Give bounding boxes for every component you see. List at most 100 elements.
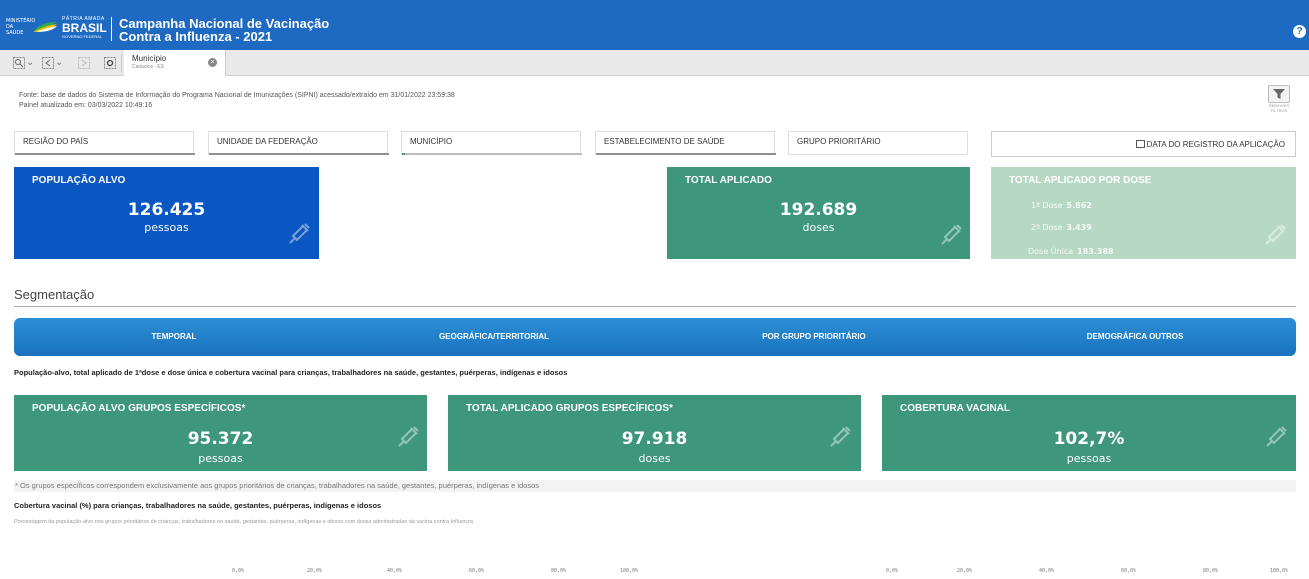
filter-estabelecimento-label: ESTABELECIMENTO DE SAÚDE (604, 137, 725, 146)
filter-municipio[interactable]: MUNICÍPIO (401, 131, 582, 155)
header-divider (111, 17, 112, 41)
dose-unica-value: 183.388 (1077, 247, 1114, 256)
section-heading-cobertura: Cobertura vacinal (%) para crianças, tra… (14, 501, 382, 510)
axis-tick: 60,0% (1121, 568, 1137, 574)
kpi-value: 97.918 (621, 429, 688, 449)
section-divider (14, 306, 1296, 307)
dose-2-line: 2ª Dose 3.439 (1031, 223, 1092, 232)
kpi-title: POPULAÇÃO ALVO GRUPOS ESPECÍFICOS* (32, 403, 246, 414)
calendar-icon (1135, 140, 1145, 148)
kpi-title: TOTAL APLICADO POR DOSE (1009, 175, 1152, 186)
kpi-total-grupos: TOTAL APLICADO GRUPOS ESPECÍFICOS* 97.91… (448, 395, 861, 471)
brand-sub: GOVERNO FEDERAL (62, 33, 103, 39)
clear-selections-icon[interactable] (104, 57, 116, 69)
source-line: Fonte: base de dados do Sistema de Infor… (19, 92, 455, 99)
kpi-pop-grupos: POPULAÇÃO ALVO GRUPOS ESPECÍFICOS* 95.37… (14, 395, 427, 471)
kpi-unit: pessoas (198, 452, 243, 465)
filter-grupo[interactable]: GRUPO PRIORITÁRIO (788, 131, 968, 155)
selection-chip-title: Município (132, 54, 167, 63)
filter-uf[interactable]: UNIDADE DA FEDERAÇÃO (208, 131, 389, 155)
dropdown-arrow-icon[interactable]: ⌄ (55, 57, 63, 69)
filter-box (1268, 85, 1290, 103)
help-icon[interactable]: ? (1293, 25, 1306, 38)
kpi-value: 102,7% (1053, 429, 1125, 449)
brand-logo: PÁTRIA AMADA BRASIL GOVERNO FEDERAL (62, 16, 107, 39)
axis-tick: 20,0% (957, 568, 973, 574)
kpi-value: 95.372 (187, 429, 254, 449)
axis-tick: 100,0% (620, 568, 639, 574)
axis-tick: 40,0% (387, 568, 403, 574)
date-filter-button[interactable]: DATA DO REGISTRO DA APLICAÇÃO (991, 131, 1296, 157)
kpi-value: 126.425 (127, 200, 206, 220)
selection-toolbar: ⌄ ⌄ Município Cariacica - ES × (0, 50, 1309, 76)
smart-search-icon[interactable] (13, 57, 25, 69)
tab-geografica[interactable]: GEOGRÁFICA/TERRITORIAL (334, 318, 654, 356)
brand-main: BRASIL (62, 20, 107, 35)
tab-grupo-prioritario[interactable]: POR GRUPO PRIORITÁRIO (654, 318, 974, 356)
updated-line: Painel atualizado em: 03/03/2022 10:49:1… (19, 102, 153, 109)
page-title: Campanha Nacional de Vacinação Contra a … (119, 17, 329, 43)
axis-tick: 40,0% (1039, 568, 1055, 574)
section-heading-grupos: População-alvo, total aplicado de 1ªdose… (14, 368, 568, 377)
axis-tick: 0,0% (886, 568, 899, 574)
title-line-2: Contra a Influenza - 2021 (119, 29, 273, 44)
filter-grupo-label: GRUPO PRIORITÁRIO (797, 137, 881, 146)
data-source-info: Fonte: base de dados do Sistema de Infor… (19, 91, 455, 111)
syringe-icon (398, 426, 419, 447)
kpi-title: TOTAL APLICADO (685, 175, 772, 186)
ministry-label: MINISTÉRIO DA SAÚDE (6, 18, 36, 36)
remove-filters-label-2: FILTROS (1270, 108, 1288, 113)
app-header: MINISTÉRIO DA SAÚDE PÁTRIA AMADA BRASIL … (0, 0, 1309, 50)
kpi-title: TOTAL APLICADO GRUPOS ESPECÍFICOS* (466, 403, 673, 414)
kpi-unit: doses (638, 452, 671, 465)
tab-demografica[interactable]: DEMOGRÁFICA OUTROS (974, 318, 1296, 356)
kpi-populacao-alvo: POPULAÇÃO ALVO 126.425 pessoas (14, 167, 319, 259)
axis-tick: 100,0% (1270, 568, 1289, 574)
dropdown-arrow-icon[interactable]: ⌄ (26, 57, 34, 69)
section-subtitle-cobertura: Porcentagem da população-alvo nos grupos… (14, 519, 473, 525)
footnote: * Os grupos específicos correspondem exc… (14, 480, 1296, 492)
toolbar-divider (121, 54, 122, 72)
axis-tick: 20,0% (307, 568, 323, 574)
filter-bar (596, 153, 776, 155)
selection-chip-municipio[interactable]: Município Cariacica - ES × (124, 50, 226, 76)
segmentation-tabbar: TEMPORAL GEOGRÁFICA/TERRITORIAL POR GRUP… (14, 318, 1296, 356)
kpi-value: 192.689 (779, 200, 858, 220)
filter-regiao-label: REGIÃO DO PAÍS (23, 137, 89, 146)
tab-temporal[interactable]: TEMPORAL (14, 318, 334, 356)
axis-tick: 80,0% (1203, 568, 1219, 574)
filter-estabelecimento[interactable]: ESTABELECIMENTO DE SAÚDE (595, 131, 776, 155)
syringe-icon (830, 426, 851, 447)
filter-bar (209, 153, 389, 155)
dose-2-label: 2ª Dose (1031, 223, 1063, 232)
step-forward-icon[interactable] (78, 57, 90, 69)
kpi-unit: pessoas (1066, 452, 1112, 465)
remove-filters-button[interactable]: REMOVER FILTROS (1264, 85, 1294, 119)
dose-2-value: 3.439 (1066, 223, 1092, 232)
close-icon[interactable]: × (208, 58, 217, 67)
kpi-total-aplicado: TOTAL APLICADO 192.689 doses (667, 167, 970, 259)
syringe-icon (1266, 426, 1287, 447)
axis-tick: 60,0% (469, 568, 485, 574)
dose-1-label: 1ª Dose (1031, 201, 1063, 210)
government-logo: MINISTÉRIO DA SAÚDE PÁTRIA AMADA BRASIL … (6, 16, 107, 39)
kpi-title: POPULAÇÃO ALVO (32, 175, 126, 186)
syringe-icon (941, 224, 962, 245)
syringe-icon (289, 223, 310, 244)
filter-municipio-label: MUNICÍPIO (410, 137, 453, 146)
filter-uf-label: UNIDADE DA FEDERAÇÃO (217, 137, 318, 146)
step-back-icon[interactable] (42, 57, 54, 69)
kpi-total-por-dose: TOTAL APLICADO POR DOSE 1ª Dose 5.862 2ª … (991, 167, 1296, 259)
kpi-title: COBERTURA VACINAL (900, 403, 1010, 414)
kpi-cobertura: COBERTURA VACINAL 102,7% pessoas (882, 395, 1296, 471)
dose-unica-line: Dose Única 183.388 (1028, 247, 1114, 256)
axis-tick: 0,0% (232, 568, 245, 574)
filter-bar-selected (402, 153, 405, 155)
filter-bar (15, 153, 195, 155)
filter-regiao[interactable]: REGIÃO DO PAÍS (14, 131, 195, 155)
selection-chip-value: Cariacica - ES (132, 64, 164, 70)
kpi-unit: doses (802, 221, 835, 234)
kpi-unit: pessoas (144, 221, 189, 234)
date-filter-label: DATA DO REGISTRO DA APLICAÇÃO (1146, 140, 1285, 149)
syringe-icon (1265, 224, 1286, 245)
